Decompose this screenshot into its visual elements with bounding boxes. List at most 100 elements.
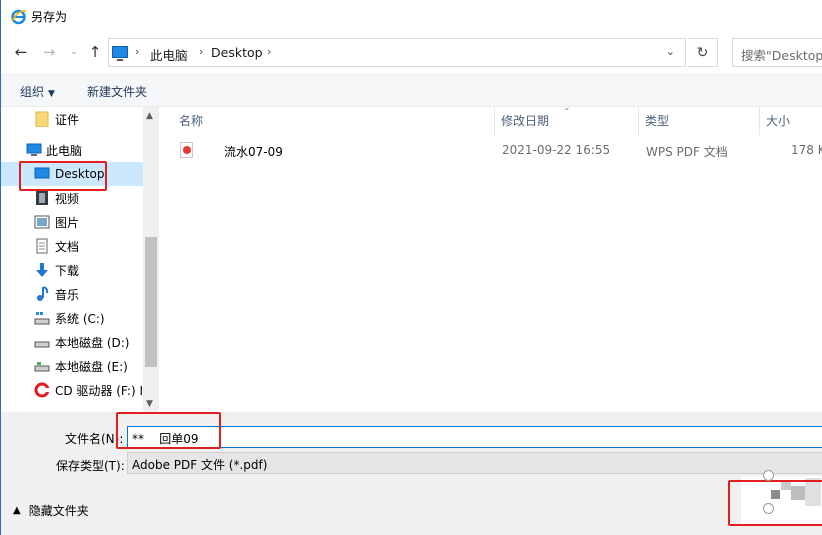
mosaic-block	[781, 480, 791, 490]
window-title: 另存为	[31, 10, 68, 24]
chevron-right-icon[interactable]: ›	[199, 45, 203, 58]
column-divider[interactable]	[759, 107, 760, 135]
sidebar-item-label: 证件	[55, 112, 80, 127]
search-placeholder: 搜索"Desktop"	[741, 48, 822, 63]
desktop-icon	[34, 167, 50, 179]
filetype-label: 保存类型(T):	[56, 459, 125, 473]
sidebar-item-label: 系统 (C:)	[55, 311, 105, 326]
scroll-down-icon[interactable]: ▼	[146, 399, 153, 409]
refresh-icon: ↻	[696, 44, 709, 61]
sidebar-item-downloads[interactable]: 下载	[1, 258, 143, 282]
resize-handle	[763, 503, 774, 514]
file-type: WPS PDF 文档	[646, 145, 728, 159]
scroll-up-icon[interactable]: ▲	[146, 111, 153, 121]
arrow-left-icon: ←	[14, 43, 28, 61]
column-header-name[interactable]: 名称	[179, 112, 203, 129]
download-icon	[36, 263, 48, 277]
breadcrumb-this-pc[interactable]: 此电脑	[150, 45, 188, 64]
navigation-pane-scrollbar[interactable]: ▲ ▼	[143, 107, 159, 412]
column-header-modified[interactable]: 修改日期	[501, 112, 549, 129]
address-dropdown-icon[interactable]: ⌄	[666, 45, 675, 58]
up-button[interactable]: ↑	[85, 42, 105, 62]
documents-icon	[36, 238, 48, 254]
sidebar-item-desktop[interactable]: Desktop	[1, 162, 143, 186]
filename-input[interactable]: ** 回单09	[127, 426, 822, 448]
mosaic-block	[791, 486, 805, 500]
sidebar-item-system-c[interactable]: 系统 (C:)	[1, 306, 143, 330]
folder-icon	[35, 111, 49, 127]
navigation-bar: ← → ⌄ ↑ › 此电脑 › Desktop › ⌄ ↻ 搜索"Desktop…	[1, 32, 822, 72]
sidebar-item-label: 本地磁盘 (D:)	[55, 335, 130, 350]
sidebar-item-label: 音乐	[55, 287, 80, 302]
chevron-right-icon[interactable]: ›	[135, 45, 139, 58]
column-divider[interactable]	[638, 107, 639, 135]
drive-icon	[34, 362, 50, 372]
sidebar-item-label: 文档	[55, 239, 80, 254]
column-header-size[interactable]: 大小	[766, 112, 790, 129]
breadcrumb-desktop[interactable]: Desktop	[211, 45, 263, 60]
sidebar-item-label: 本地磁盘 (E:)	[55, 359, 128, 374]
sidebar-item-label: CD 驱动器 (F:) I	[55, 383, 143, 398]
chevron-right-icon[interactable]: ›	[267, 45, 271, 58]
chevron-down-icon: ⌄	[70, 47, 78, 57]
column-divider[interactable]	[494, 107, 495, 135]
caret-down-icon: ▼	[48, 89, 55, 99]
pictures-icon	[34, 215, 50, 229]
scrollbar-thumb[interactable]	[145, 237, 157, 367]
back-button[interactable]: ←	[11, 42, 31, 62]
filetype-select[interactable]: Adobe PDF 文件 (*.pdf)	[127, 452, 822, 474]
filename-label: 文件名(N):	[65, 432, 124, 446]
computer-icon	[26, 143, 42, 156]
recent-locations-button[interactable]: ⌄	[64, 42, 84, 62]
hide-folders-button[interactable]: ▲ 隐藏文件夹	[13, 502, 89, 519]
command-bar: 组织 ▼ 新建文件夹	[1, 73, 822, 107]
sidebar-item-pictures[interactable]: 图片	[1, 210, 143, 234]
search-input[interactable]: 搜索"Desktop"	[732, 38, 822, 67]
sidebar-item-local-disk-e[interactable]: 本地磁盘 (E:)	[1, 354, 143, 378]
pdf-file-icon	[180, 142, 193, 158]
sidebar-item-label: Desktop	[55, 167, 105, 181]
address-bar[interactable]: › 此电脑 › Desktop › ⌄	[108, 38, 686, 67]
arrow-right-icon: →	[42, 43, 56, 61]
chevron-up-icon: ▲	[13, 505, 21, 516]
sidebar-item-local-disk-d[interactable]: 本地磁盘 (D:)	[1, 330, 143, 354]
arrow-up-icon: ↑	[88, 43, 102, 61]
system-drive-icon	[34, 312, 50, 325]
video-icon	[36, 191, 48, 205]
mosaic-block	[771, 490, 780, 499]
sidebar-item-music[interactable]: 音乐	[1, 282, 143, 306]
save-as-dialog: 另存为 ← → ⌄ ↑ › 此电脑 › Desktop › ⌄ ↻ 搜索"Des…	[0, 0, 822, 535]
sidebar-item-label: 下载	[55, 263, 80, 278]
music-icon	[37, 286, 49, 301]
file-size: 178 K	[791, 143, 822, 157]
organize-button[interactable]: 组织 ▼	[20, 83, 55, 100]
file-modified: 2021-09-22 16:55	[502, 143, 611, 157]
file-list: 名称 ⌄ 修改日期 类型 大小 流水07-09 2021-09-22 16:55…	[161, 103, 822, 412]
sidebar-item-label: 图片	[55, 215, 80, 230]
internet-explorer-icon	[11, 9, 27, 25]
sidebar-item-label: 视频	[55, 191, 80, 206]
navigation-pane: 证件 此电脑 Desktop 视频 图片 文档 下载 音乐 系统 (C:) 本地…	[1, 107, 159, 412]
sidebar-item-this-pc[interactable]: 此电脑	[1, 138, 143, 162]
refresh-button[interactable]: ↻	[688, 38, 718, 67]
computer-icon	[112, 46, 128, 61]
sidebar-item-label: 此电脑	[46, 143, 83, 158]
drive-icon	[34, 341, 50, 348]
sort-indicator-icon: ⌄	[563, 103, 571, 113]
organize-label: 组织	[20, 85, 45, 99]
forward-button[interactable]: →	[39, 42, 59, 62]
title-bar: 另存为	[1, 0, 822, 32]
column-header-type[interactable]: 类型	[645, 112, 669, 129]
sidebar-item-videos[interactable]: 视频	[1, 186, 143, 210]
save-form: 文件名(N): ** 回单09 保存类型(T): Adobe PDF 文件 (*…	[1, 412, 822, 535]
sidebar-item-documents[interactable]: 文档	[1, 234, 143, 258]
mosaic-block	[805, 478, 821, 506]
hide-folders-label: 隐藏文件夹	[28, 504, 89, 518]
sidebar-item-certificates[interactable]: 证件	[1, 107, 143, 131]
resize-handle	[763, 470, 774, 481]
file-name: 流水07-09	[224, 145, 283, 159]
save-button[interactable]	[741, 476, 822, 524]
sidebar-item-cd-drive-f[interactable]: CD 驱动器 (F:) I	[1, 378, 143, 402]
new-folder-button[interactable]: 新建文件夹	[87, 83, 147, 100]
file-row[interactable]: 流水07-09 2021-09-22 16:55 WPS PDF 文档 178 …	[161, 139, 822, 161]
